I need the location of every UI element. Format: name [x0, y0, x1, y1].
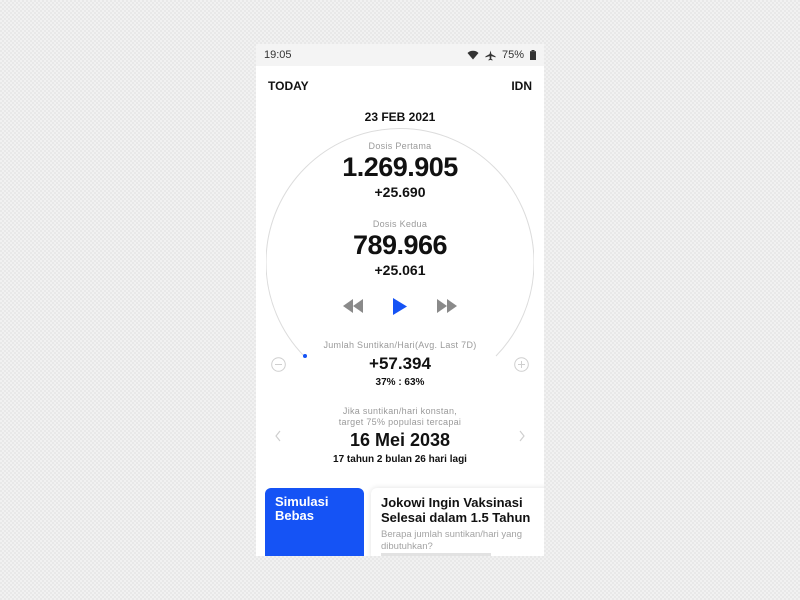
dose-ratio: 37% : 63% [375, 377, 425, 388]
article-card-title: Jokowi Ingin Vaksinasi Selesai dalam 1.5… [381, 495, 531, 525]
target-date: 16 Mei 2038 [349, 430, 451, 450]
chevron-right-icon[interactable] [518, 429, 526, 447]
target-note-line2: target 75% populasi tercapai [338, 417, 462, 427]
simulation-card-title: Simulasi Bebas [275, 494, 329, 523]
current-date: 23 FEB 2021 [364, 110, 436, 124]
avg-label: Jumlah Suntikan/Hari(Avg. Last 7D) [323, 340, 477, 350]
article-card[interactable]: Jokowi Ingin Vaksinasi Selesai dalam 1.5… [371, 488, 544, 556]
wifi-icon [467, 50, 479, 60]
remaining-time: 17 tahun 2 bulan 26 hari lagi [333, 454, 467, 465]
target-note-line1: Jika suntikan/hari konstan, [342, 406, 458, 416]
airplane-icon [485, 49, 496, 61]
article-cards: Simulasi Bebas Jokowi Ingin Vaksinasi Se… [265, 488, 544, 556]
first-dose-value: 1.269.905 [342, 152, 458, 182]
first-dose-label: Dosis Pertama [368, 141, 432, 151]
status-bar: 19:05 75% [256, 44, 544, 66]
first-dose-delta: +25.690 [374, 184, 426, 200]
avg-value: +57.394 [369, 354, 431, 373]
article-card-subtitle: Berapa jumlah suntikan/hari yang dibutuh… [381, 529, 523, 552]
app-screen: 19:05 75% TODAY IDN 23 FEB 2021 Dosis Pe… [256, 44, 544, 556]
chevron-left-icon[interactable] [274, 429, 282, 447]
playback-controls [342, 297, 458, 315]
second-dose-value: 789.966 [352, 230, 448, 260]
card-scroll-indicator [381, 553, 491, 556]
second-dose-label: Dosis Kedua [372, 219, 428, 229]
second-dose-delta: +25.061 [374, 262, 426, 278]
minus-icon[interactable] [271, 357, 286, 377]
status-time: 19:05 [264, 49, 292, 61]
battery-level: 75% [501, 49, 524, 61]
plus-icon[interactable] [514, 357, 529, 377]
rewind-icon[interactable] [342, 299, 364, 313]
fast-forward-icon[interactable] [436, 299, 458, 313]
play-icon[interactable] [393, 297, 407, 315]
battery-icon [530, 50, 536, 60]
simulation-card[interactable]: Simulasi Bebas [265, 488, 364, 556]
